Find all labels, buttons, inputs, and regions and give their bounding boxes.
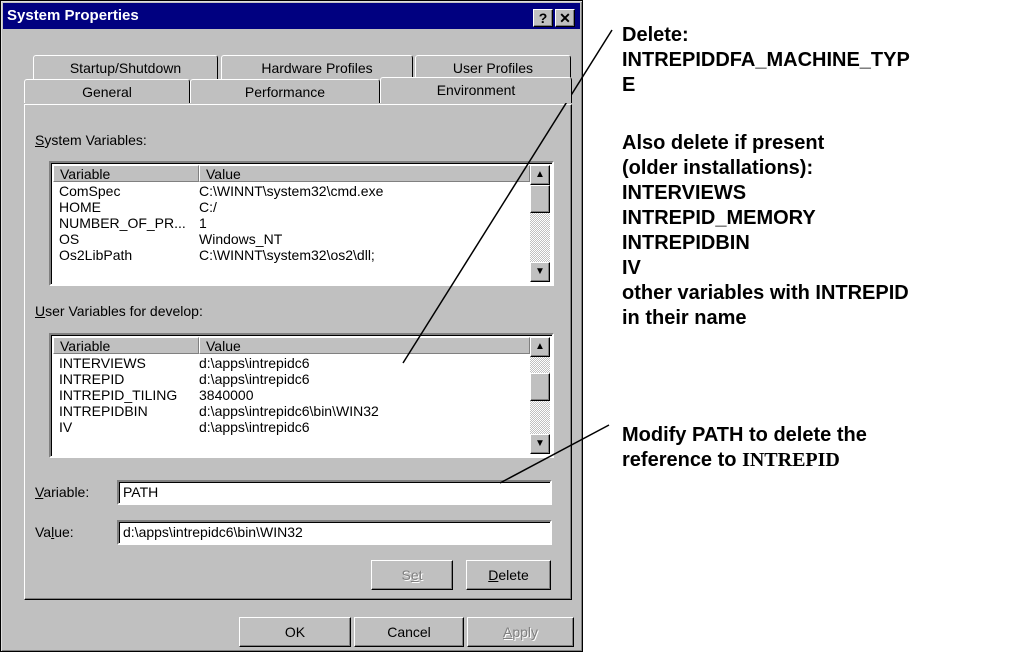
- annotation-delete: Delete: INTREPIDDFA_MACHINE_TYP E: [622, 24, 910, 96]
- annotation-also-delete: Also delete if present (older installati…: [622, 132, 909, 329]
- tab-environment[interactable]: Environment: [380, 77, 572, 103]
- callout-line-modify: [499, 424, 610, 484]
- annotation-modify-path: Modify PATH to delete the reference to I…: [622, 424, 867, 471]
